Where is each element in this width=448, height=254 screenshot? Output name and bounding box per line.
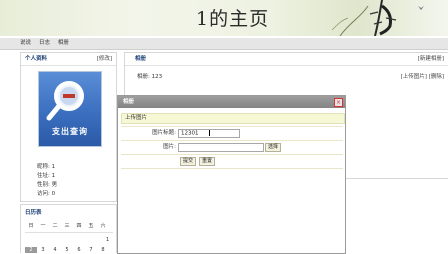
browse-button[interactable]: 选择: [265, 143, 282, 152]
photo-title-input[interactable]: 12301: [178, 129, 240, 138]
image-field-row: 图片: 选择: [121, 141, 343, 153]
album-row: 相册: 123: [137, 72, 162, 80]
calendar-day[interactable]: 5: [61, 247, 73, 253]
edit-profile-link[interactable]: [修改]: [97, 53, 112, 65]
profile-field: 昵称: 1: [37, 164, 56, 170]
form-divider: [121, 168, 343, 169]
nav-item-album[interactable]: 相册: [58, 38, 69, 49]
calendar-day[interactable]: 4: [49, 247, 61, 253]
profile-panel-header: 个人资料 [修改]: [21, 53, 116, 66]
calendar-day[interactable]: 8: [97, 247, 109, 253]
weekday: 六: [100, 223, 106, 229]
profile-field: 性别: 男: [37, 182, 58, 188]
main-nav: 说说 日志 相册: [0, 38, 448, 50]
calendar-panel: 日历表 日一二三四五六 1 2345678: [20, 204, 117, 253]
weekday: 四: [76, 223, 82, 229]
nav-item-blog[interactable]: 日志: [39, 38, 50, 49]
weekday: 三: [64, 223, 70, 229]
calendar-title: 日历表: [25, 210, 42, 216]
calendar-day[interactable]: 1: [106, 237, 109, 243]
new-album-link[interactable]: [新建相册]: [418, 53, 444, 65]
calendar-divider: [25, 232, 113, 233]
avatar[interactable]: 支出查询: [38, 71, 102, 147]
close-icon[interactable]: ×: [334, 98, 343, 107]
avatar-caption: 支出查询: [52, 127, 88, 136]
dialog-title: 相册: [123, 99, 135, 105]
image-field-label: 图片:: [163, 144, 176, 150]
button-row: 提交 重置: [121, 155, 343, 167]
album-row-label: 相册:: [137, 74, 150, 80]
weekday: 日: [28, 223, 34, 229]
upload-section-header: 上传图片: [121, 113, 345, 124]
album-panel-header: 相册 [新建相册]: [125, 53, 448, 66]
profile-panel-title: 个人资料: [25, 56, 48, 62]
weekday: 一: [40, 223, 46, 229]
calendar-day[interactable]: 6: [73, 247, 85, 253]
page-title: 1的主页: [196, 8, 270, 30]
album-panel-title: 相册: [135, 56, 147, 62]
reset-button[interactable]: 重置: [199, 157, 216, 166]
nav-item-talk[interactable]: 说说: [20, 38, 31, 49]
calendar-day-today[interactable]: 2: [25, 247, 37, 253]
profile-field: 住址: 1: [37, 173, 56, 179]
submit-button[interactable]: 提交: [180, 157, 197, 166]
profile-panel: 个人资料 [修改] 支出查询 昵称: 1 住址: 1 性别: 男 访问: 0: [20, 52, 117, 202]
text-cursor: [208, 130, 210, 136]
image-file-input[interactable]: [178, 143, 264, 152]
ink-painting-decoration: [331, 0, 424, 36]
dialog-titlebar[interactable]: 相册: [118, 96, 345, 108]
profile-info: 昵称: 1 住址: 1 性别: 男 访问: 0: [37, 163, 57, 199]
album-row-actions[interactable]: [上传图片] [删除]: [401, 72, 444, 80]
calendar-day[interactable]: 7: [85, 247, 97, 253]
profile-field: 访问: 0: [37, 191, 56, 197]
calendar-day[interactable]: 3: [37, 247, 49, 253]
weekday: 二: [52, 223, 58, 229]
header-banner: 1的主页: [0, 0, 448, 36]
title-field-row: 图片标题: 12301: [121, 127, 343, 139]
title-field-label: 图片标题:: [152, 130, 176, 136]
upload-dialog: 相册 × 上传图片 图片标题: 12301 图片: 选择 提交 重置: [117, 95, 346, 254]
magnifier-icon: [46, 81, 84, 121]
weekday: 五: [88, 223, 94, 229]
album-row-name[interactable]: 123: [152, 74, 163, 80]
calendar-weekdays: 日一二三四五六: [25, 222, 115, 229]
